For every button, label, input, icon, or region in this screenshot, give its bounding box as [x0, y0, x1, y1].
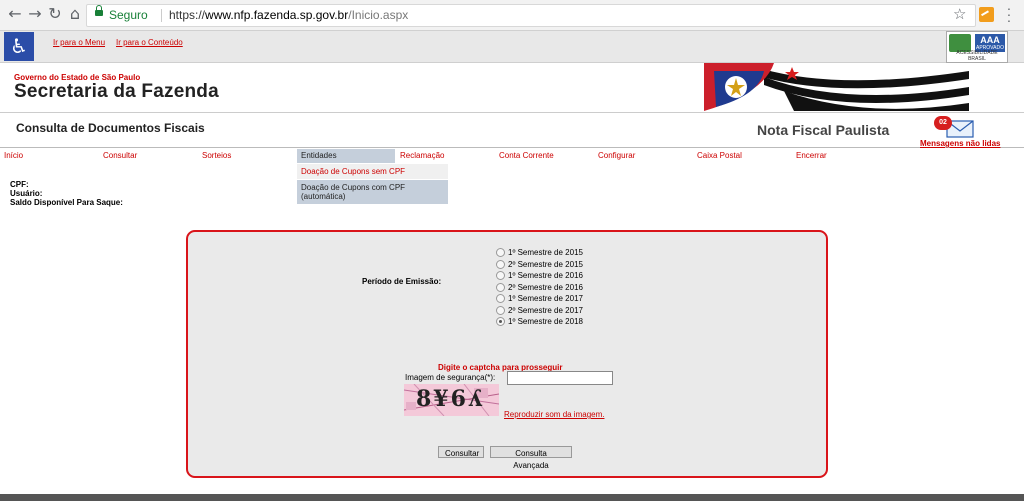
menu-item-caixa-postal[interactable]: Caixa Postal — [697, 149, 742, 163]
radio-button[interactable] — [496, 248, 505, 258]
captcha-image: 8¥6ʎ — [404, 384, 499, 416]
period-option-label: 1º Semestre de 2016 — [508, 271, 583, 281]
accessibility-bar: ♿ Ir para o Menu Ir para o Conteúdo AAA … — [0, 31, 1024, 63]
radio-button-checked[interactable] — [496, 317, 505, 327]
extension-icon[interactable] — [979, 7, 994, 22]
forward-icon[interactable]: → — [26, 5, 44, 23]
back-icon[interactable]: ← — [6, 5, 24, 23]
radio-button[interactable] — [496, 305, 505, 315]
period-option[interactable]: 2º Semestre de 2017 — [496, 305, 583, 317]
user-info: CPF: Usuário: Saldo Disponível Para Saqu… — [10, 180, 123, 207]
usuario-label: Usuário: — [10, 189, 43, 198]
period-label: Período de Emissão: — [362, 277, 442, 286]
url-text: https://www.nfp.fazenda.sp.gov.br/Inicio… — [169, 5, 408, 26]
query-form-panel: Período de Emissão: 1º Semestre de 2015 … — [186, 230, 828, 478]
reload-icon[interactable]: ↻ — [46, 5, 64, 23]
radio-button[interactable] — [496, 282, 505, 292]
menu-item-conta-corrente[interactable]: Conta Corrente — [499, 149, 554, 163]
period-option[interactable]: 2º Semestre de 2015 — [496, 259, 583, 271]
saldo-label: Saldo Disponível Para Saque: — [10, 198, 123, 207]
submenu-doacao-sem-cpf[interactable]: Doação de Cupons sem CPF — [297, 164, 448, 180]
secure-label: Seguro — [109, 8, 148, 22]
skip-to-content-link[interactable]: Ir para o Conteúdo — [116, 38, 183, 47]
period-option-label: 2º Semestre de 2016 — [508, 282, 583, 292]
security-image-label: Imagem de segurança(*): — [405, 373, 496, 382]
address-bar[interactable]: Seguro https://www.nfp.fazenda.sp.gov.br… — [86, 4, 976, 27]
period-option-label: 2º Semestre de 2015 — [508, 259, 583, 269]
captcha-characters: 8¥6ʎ — [416, 386, 484, 412]
period-option-label: 1º Semestre de 2015 — [508, 248, 583, 258]
menu-item-sorteios[interactable]: Sorteios — [202, 149, 231, 163]
period-option[interactable]: 1º Semestre de 2017 — [496, 293, 583, 305]
consulta-avancada-button[interactable]: Consulta Avançada — [490, 446, 572, 470]
home-icon[interactable]: ⌂ — [66, 5, 84, 23]
main-menu: Início Consultar Sorteios Entidades Recl… — [0, 149, 1024, 163]
period-option[interactable]: 1º Semestre de 2016 — [496, 270, 583, 282]
menu-item-consultar[interactable]: Consultar — [103, 149, 137, 163]
browser-menu-icon[interactable]: · · · — [1004, 1, 1014, 27]
menu-item-configurar[interactable]: Configurar — [598, 149, 635, 163]
sao-paulo-flag-banner — [704, 63, 969, 111]
period-radio-group: 1º Semestre de 2015 2º Semestre de 2015 … — [496, 247, 583, 328]
radio-button[interactable] — [496, 271, 505, 281]
browser-toolbar: ← → ↻ ⌂ Seguro https://www.nfp.fazenda.s… — [0, 0, 1024, 31]
seal-footer: ACESSIBILIDADE BRASIL — [956, 50, 998, 62]
period-option-label: 1º Semestre de 2018 — [508, 317, 583, 327]
url-host: www.nfp.fazenda.sp.gov.br — [205, 8, 349, 22]
period-option[interactable]: 1º Semestre de 2015 — [496, 247, 583, 259]
menu-item-encerrar[interactable]: Encerrar — [796, 149, 827, 163]
brand-title: Nota Fiscal Paulista — [757, 122, 890, 138]
url-path: /Inicio.aspx — [348, 8, 409, 22]
page-title: Consulta de Documentos Fiscais — [16, 121, 205, 135]
period-option-label: 2º Semestre de 2017 — [508, 305, 583, 315]
url-scheme: https:// — [169, 8, 206, 22]
radio-button[interactable] — [496, 259, 505, 269]
title-bar: Consulta de Documentos Fiscais Nota Fisc… — [0, 113, 1024, 148]
cpf-label: CPF: — [10, 180, 29, 189]
period-option-selected[interactable]: 1º Semestre de 2018 — [496, 316, 583, 328]
unread-count-badge: 02 — [934, 116, 952, 130]
menu-item-inicio[interactable]: Início — [4, 149, 23, 163]
unread-messages-link[interactable]: Mensagens não lidas — [920, 139, 1000, 148]
site-header: Governo do Estado de São Paulo Secretari… — [0, 63, 1024, 113]
submenu-doacao-com-cpf[interactable]: Doação de Cupons com CPF (automática) — [297, 180, 448, 205]
radio-button[interactable] — [496, 294, 505, 304]
lock-icon — [95, 5, 103, 16]
accessibility-icon[interactable]: ♿ — [4, 32, 34, 61]
period-option[interactable]: 2º Semestre de 2016 — [496, 282, 583, 294]
bookmark-star-icon[interactable]: ☆ — [953, 5, 966, 23]
omnibox-separator — [161, 9, 162, 22]
menu-item-reclamacao[interactable]: Reclamação — [400, 149, 444, 163]
captcha-audio-link[interactable]: Reproduzir som da imagem. — [504, 410, 604, 419]
skip-to-menu-link[interactable]: Ir para o Menu — [53, 38, 105, 47]
consultar-button[interactable]: Consultar — [438, 446, 484, 458]
entidades-submenu: Doação de Cupons sem CPF Doação de Cupon… — [297, 164, 448, 205]
secretaria-logo-text: Secretaria da Fazenda — [14, 81, 219, 102]
period-option-label: 1º Semestre de 2017 — [508, 294, 583, 304]
accessibility-seal: AAA APROVADO ACESSIBILIDADE BRASIL — [946, 31, 1008, 63]
captcha-input[interactable] — [507, 371, 613, 385]
menu-item-entidades[interactable]: Entidades — [297, 149, 395, 163]
footer-bar — [0, 494, 1024, 501]
